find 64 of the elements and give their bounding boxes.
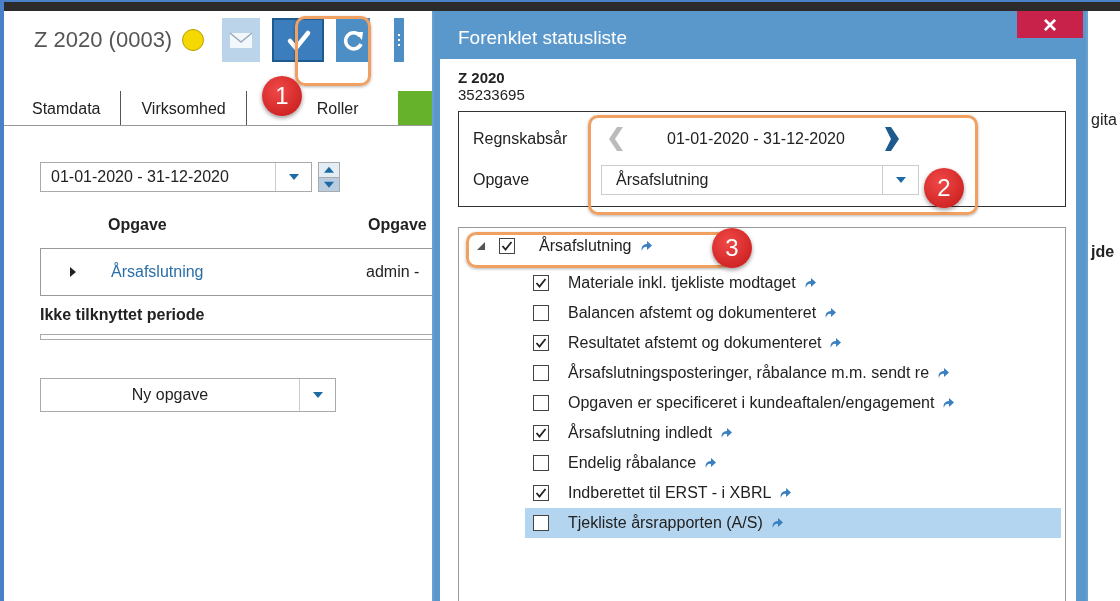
dialog-title: Forenklet statusliste bbox=[458, 27, 627, 49]
close-button[interactable]: × bbox=[1017, 11, 1083, 38]
caret-icon bbox=[288, 174, 299, 180]
column-header: jde bbox=[1091, 243, 1115, 261]
tree-item[interactable]: Materiale inkl. tjekliste modtaget bbox=[568, 274, 796, 292]
checkbox[interactable] bbox=[533, 305, 549, 321]
chevron-right-icon bbox=[884, 126, 899, 151]
step-badge: 1 bbox=[262, 76, 302, 116]
link-arrow-icon bbox=[942, 397, 955, 409]
checkbox[interactable] bbox=[533, 425, 549, 441]
period-dropdown[interactable]: 01-01-2020 - 31-12-2020 bbox=[40, 162, 312, 192]
tree-item[interactable]: Endelig råbalance bbox=[568, 454, 697, 472]
checkbox[interactable] bbox=[533, 515, 549, 531]
checkbox[interactable] bbox=[533, 395, 549, 411]
tree-item[interactable]: Tjekliste årsrapporten (A/S) bbox=[568, 514, 763, 532]
checkbox[interactable] bbox=[533, 335, 549, 351]
checkbox[interactable] bbox=[499, 238, 515, 254]
checkbox[interactable] bbox=[533, 365, 549, 381]
tree-item[interactable]: Årsafslutning indledt bbox=[568, 424, 713, 442]
selected-row[interactable]: Tjekliste årsrapporten (A/S) bbox=[525, 508, 1061, 538]
tree-item[interactable]: Balancen afstemt og dokumenteret bbox=[568, 304, 817, 322]
tree-item[interactable]: Årsafslutningsposteringer, råbalance m.m. sendt re bbox=[568, 364, 930, 382]
link-arrow-icon bbox=[639, 240, 652, 252]
client-number: 35233695 bbox=[458, 86, 526, 103]
tree-item[interactable]: Indberettet til ERST - i XBRL bbox=[568, 484, 772, 502]
column-header: gita bbox=[1091, 111, 1117, 129]
column-header: Opgave bbox=[108, 216, 168, 234]
link-arrow-icon bbox=[829, 337, 842, 349]
checkbox[interactable] bbox=[533, 275, 549, 291]
tab[interactable]: Virksomhed bbox=[121, 91, 247, 125]
tree-item[interactable]: Årsafslutning bbox=[539, 237, 632, 255]
caret-icon bbox=[312, 392, 323, 398]
spinner[interactable] bbox=[318, 162, 340, 192]
link-arrow-icon bbox=[704, 457, 717, 469]
caret-icon bbox=[895, 176, 906, 183]
tab[interactable]: Roller bbox=[302, 91, 399, 125]
column-header: Opgave bbox=[368, 216, 427, 234]
record-title: Z 2020 (0003) bbox=[34, 27, 173, 53]
tree-item[interactable]: Resultatet afstemt og dokumenteret bbox=[568, 334, 822, 352]
link-arrow-icon bbox=[720, 427, 733, 439]
task-dropdown[interactable]: Årsafslutning bbox=[601, 164, 919, 195]
tree-item[interactable]: Opgaven er specificeret i kundeaftalen/engagement bbox=[568, 394, 935, 412]
checkbox[interactable] bbox=[533, 485, 549, 501]
grip-icon bbox=[398, 34, 401, 46]
link-arrow-icon bbox=[803, 277, 816, 289]
link-arrow-icon bbox=[937, 367, 950, 379]
field-label: Regnskabsår bbox=[473, 129, 569, 148]
section-heading: Ikke tilknyttet periode bbox=[40, 306, 206, 324]
link-arrow-icon bbox=[779, 487, 792, 499]
checkbox[interactable] bbox=[533, 455, 549, 471]
toolbar-handle[interactable] bbox=[394, 18, 405, 62]
toolbar-button[interactable] bbox=[272, 18, 325, 62]
task-link[interactable]: Årsafslutning bbox=[111, 263, 366, 281]
chevron-left-icon bbox=[609, 126, 623, 151]
field-label: Opgave bbox=[473, 170, 531, 189]
table-cell: admin - bbox=[366, 263, 420, 281]
fiscal-year: 01-01-2020 - 31-12-2020 bbox=[667, 129, 845, 148]
new-task-button[interactable]: Ny opgave bbox=[40, 378, 336, 412]
client-name: Z 2020 bbox=[458, 69, 506, 86]
tab[interactable]: Stamdata bbox=[4, 91, 122, 125]
link-arrow-icon bbox=[770, 517, 783, 529]
caret-up-icon bbox=[319, 163, 339, 177]
toolbar-button[interactable] bbox=[336, 18, 371, 62]
link-arrow-icon bbox=[824, 307, 837, 319]
